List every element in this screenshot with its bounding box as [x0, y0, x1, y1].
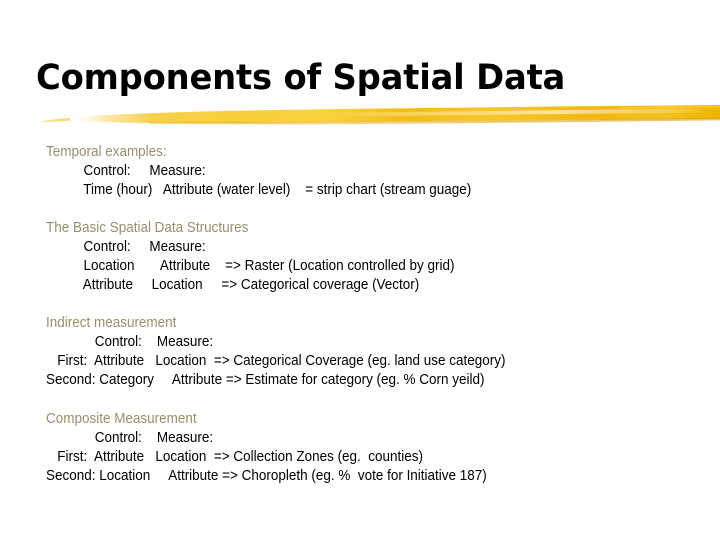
- section-line: Second: Category Attribute => Estimate f…: [46, 372, 485, 388]
- section-heading: Temporal examples:: [46, 144, 167, 160]
- page-title: Components of Spatial Data: [36, 58, 566, 98]
- section-line: Control: Measure:: [46, 430, 214, 446]
- section-composite-measurement: Composite Measurement Control: Measure: …: [46, 410, 706, 486]
- section-heading: Composite Measurement: [46, 411, 197, 427]
- section-line: Second: Location Attribute => Choropleth…: [46, 468, 487, 484]
- section-temporal-examples: Temporal examples: Control: Measure: Tim…: [46, 143, 706, 200]
- section-basic-spatial-data-structures: The Basic Spatial Data Structures Contro…: [46, 219, 706, 295]
- section-line: Control: Measure:: [46, 163, 206, 179]
- section-line: Control: Measure:: [46, 334, 214, 350]
- section-line: First: Attribute Location => Categorical…: [46, 353, 506, 369]
- title-block: Components of Spatial Data: [0, 56, 720, 134]
- section-line: Attribute Location => Categorical covera…: [46, 277, 420, 293]
- section-heading: Indirect measurement: [46, 315, 177, 331]
- section-line: First: Attribute Location => Collection …: [46, 449, 424, 465]
- slide-canvas: Components of Spatial Data Temporal exam…: [0, 0, 720, 540]
- section-line: Time (hour) Attribute (water level) = st…: [46, 182, 472, 198]
- section-heading: The Basic Spatial Data Structures: [46, 220, 249, 236]
- section-line: Location Attribute => Raster (Location c…: [46, 258, 455, 274]
- section-indirect-measurement: Indirect measurement Control: Measure: F…: [46, 314, 706, 390]
- section-line: Control: Measure:: [46, 239, 206, 255]
